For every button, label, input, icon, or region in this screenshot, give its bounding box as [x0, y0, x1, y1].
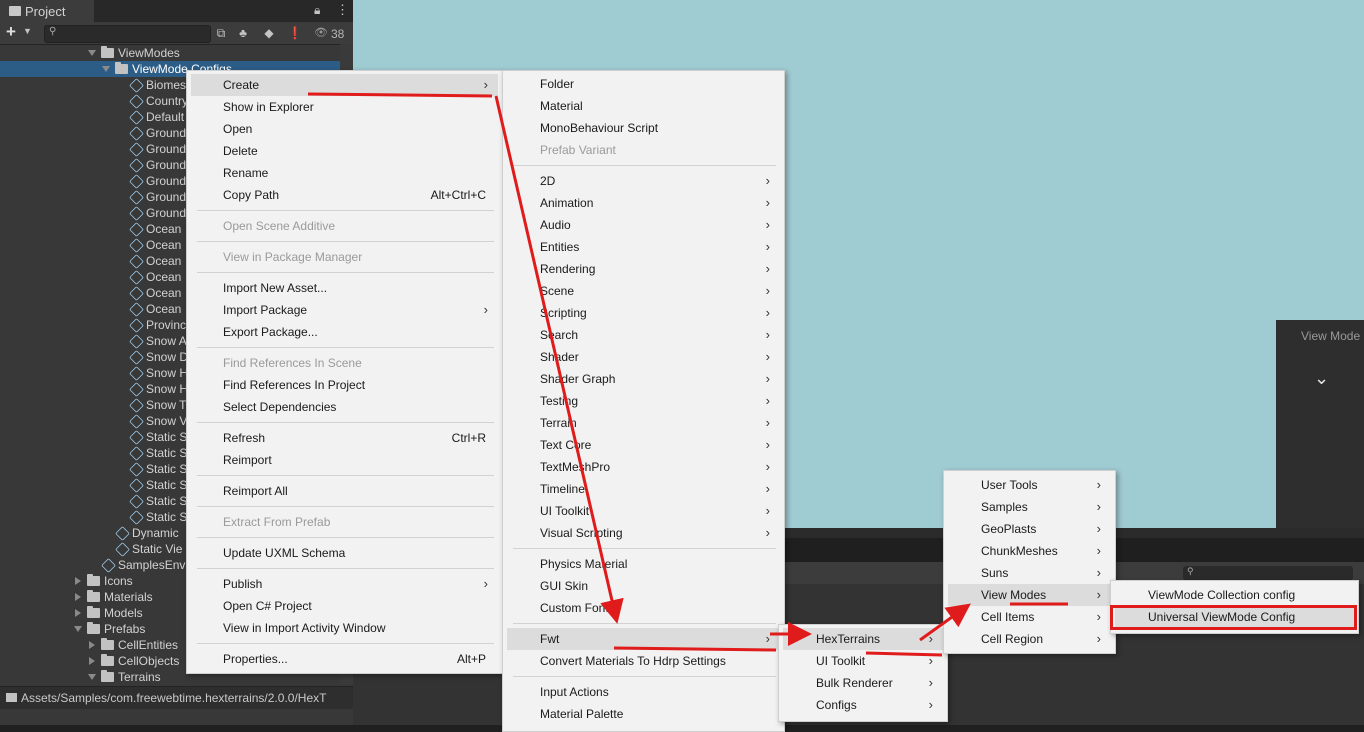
underline-fwt — [613, 646, 777, 652]
annotation-arrows — [307, 92, 1068, 657]
arrow-hex-to-viewmodes — [919, 603, 971, 642]
underline-hexterrains — [865, 651, 943, 657]
arrow-create-to-fwt — [494, 95, 624, 624]
underline-create — [307, 92, 493, 98]
